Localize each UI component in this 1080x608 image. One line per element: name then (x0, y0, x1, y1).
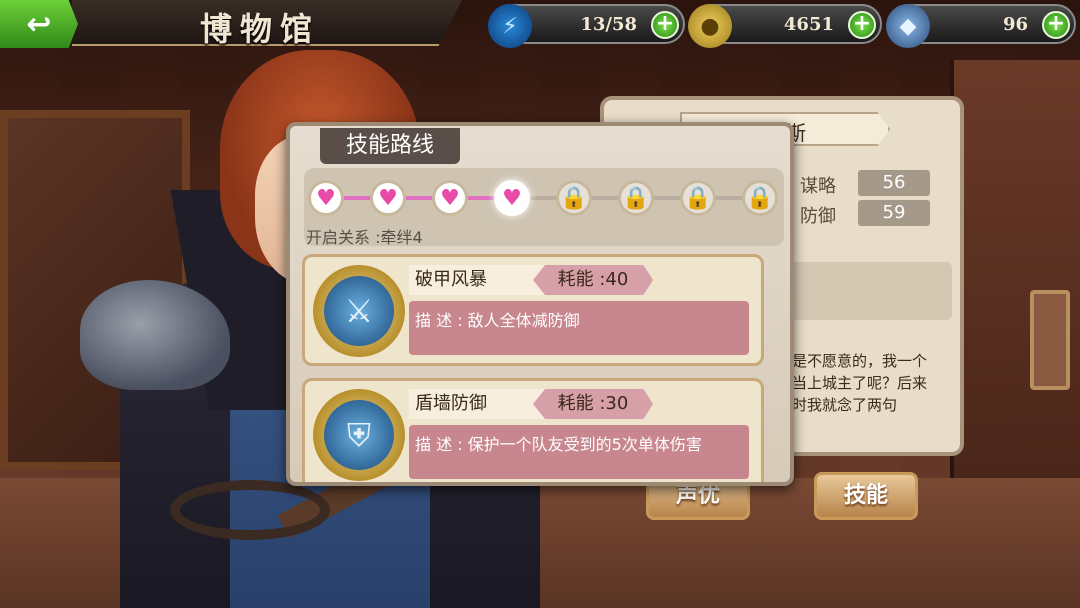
skill-cost: 耗能 :30 (533, 389, 653, 419)
skill-route-modal: 技能路线 ♥ ♥ ♥ ♥ 🔒 🔒 🔒 🔒 开启关系 :牵绊4 ⚔ 破甲风暴 耗能… (286, 122, 794, 486)
energy-value: 13/58 (580, 14, 637, 35)
gem-counter: ◆ 96 + (886, 4, 1076, 48)
lock-icon: 🔒 (680, 180, 716, 216)
gold-coin-icon: ● (688, 4, 732, 48)
back-button[interactable]: ↩ (0, 0, 78, 48)
stat-label-strategy: 谋略 (800, 176, 836, 197)
gold-value: 4651 (783, 14, 834, 35)
heart-icon: ♥ (432, 180, 468, 216)
armor-break-icon: ⚔ (324, 276, 394, 346)
modal-title: 技能路线 (320, 128, 460, 164)
crystal-icon: ◆ (886, 4, 930, 48)
relationship-track: ♥ ♥ ♥ ♥ 🔒 🔒 🔒 🔒 开启关系 :牵绊4 (304, 168, 784, 247)
add-gem-button[interactable]: + (1042, 11, 1070, 39)
skill-name: 盾墙防御 (409, 389, 549, 419)
energy-counter: ⚡ 13/58 + (488, 4, 685, 48)
lock-icon: 🔒 (742, 180, 778, 216)
unlock-requirement: 开启关系 :牵绊4 (306, 228, 423, 247)
page-title: 博物馆 (200, 10, 321, 48)
skill-name: 破甲风暴 (409, 265, 549, 295)
add-gold-button[interactable]: + (848, 11, 876, 39)
info-box (790, 262, 952, 320)
gem-value: 96 (1002, 14, 1028, 35)
heart-icon: ♥ (370, 180, 406, 216)
back-arrow-icon: ↩ (26, 6, 52, 42)
skill-card[interactable]: ⚔ 破甲风暴 耗能 :40 描 述 : 敌人全体减防御 (302, 254, 764, 366)
skill-cost: 耗能 :40 (533, 265, 653, 295)
skill-description: 描 述 : 敌人全体减防御 (409, 301, 749, 355)
heart-icon: ♥ (308, 180, 344, 216)
wall-window (950, 60, 1080, 480)
skill-card[interactable]: ⛨ 盾墙防御 耗能 :30 描 述 : 保护一个队友受到的5次单体伤害 (302, 378, 764, 482)
heart-icon: ♥ (494, 180, 530, 216)
track-progress (326, 196, 510, 200)
lightning-icon: ⚡ (488, 4, 532, 48)
stat-value-strategy: 56 (858, 170, 930, 196)
skill-icon-frame: ⛨ (313, 389, 405, 481)
small-painting (1030, 290, 1070, 390)
skill-button[interactable]: 技能 (814, 472, 918, 520)
skill-description: 描 述 : 保护一个队友受到的5次单体伤害 (409, 425, 749, 479)
stat-label-defense: 防御 (800, 206, 836, 227)
character-story-text: 是不愿意的，我一个 当上城主了呢？后来 时我就念了两句 (792, 352, 928, 414)
skill-icon-frame: ⚔ (313, 265, 405, 357)
character-belt (170, 480, 330, 540)
gold-counter: ● 4651 + (688, 4, 882, 48)
stat-value-defense: 59 (858, 200, 930, 226)
add-energy-button[interactable]: + (651, 11, 679, 39)
lock-icon: 🔒 (618, 180, 654, 216)
shield-icon: ⛨ (324, 400, 394, 470)
lock-icon: 🔒 (556, 180, 592, 216)
